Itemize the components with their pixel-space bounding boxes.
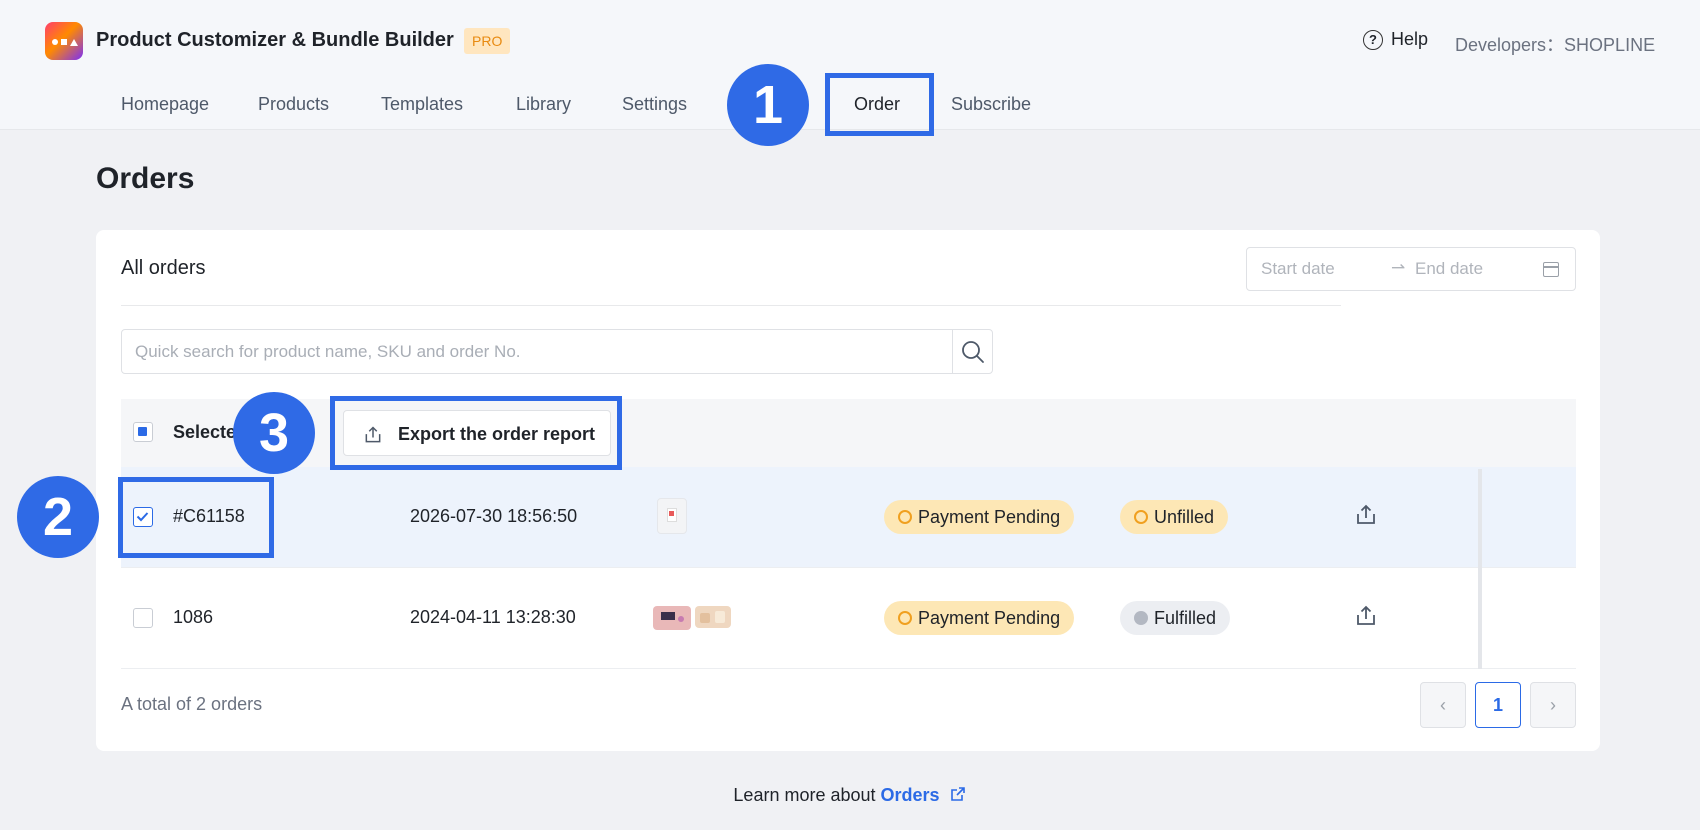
tab-library[interactable]: Library — [516, 94, 571, 115]
fulfillment-status-badge: Unfilled — [1120, 500, 1229, 534]
help-icon: ? — [1363, 29, 1383, 50]
row-checkbox[interactable] — [133, 608, 153, 628]
selected-items-label: Selecte — [173, 422, 237, 442]
chevron-right-icon: › — [1550, 694, 1556, 715]
order-date: 2026-07-30 18:56:50 — [410, 506, 578, 526]
developer-info: Developers：SHOPLINE — [1455, 35, 1656, 55]
chevron-left-icon: ‹ — [1440, 694, 1446, 715]
help-label: Help — [1391, 29, 1429, 49]
pagination-page-button[interactable]: 1 — [1475, 682, 1521, 728]
app-logo-icon — [45, 22, 83, 60]
end-date-field[interactable]: End date — [1415, 259, 1483, 279]
pagination-prev-button[interactable]: ‹ — [1420, 682, 1466, 728]
pending-icon — [898, 510, 912, 524]
table-row[interactable]: 1086 2024-04-11 13:28:30 Payment Pending… — [121, 568, 1576, 669]
product-thumbnail — [695, 606, 731, 628]
tab-subscribe[interactable]: Subscribe — [951, 94, 1031, 115]
select-all-checkbox[interactable] — [133, 422, 153, 442]
step-2-marker: 2 — [17, 476, 99, 558]
table-row[interactable]: #C61158 2026-07-30 18:56:50 Payment Pend… — [121, 467, 1576, 568]
fulfillment-status-label: Fulfilled — [1154, 607, 1217, 628]
orders-card: All orders Start date ⇀ End date Selecte… — [96, 230, 1600, 751]
payment-status-label: Payment Pending — [918, 506, 1061, 527]
pagination-next-button[interactable]: › — [1530, 682, 1576, 728]
step-3-marker: 3 — [233, 392, 315, 474]
start-date-field[interactable]: Start date — [1261, 259, 1335, 279]
page-title: Orders — [96, 162, 195, 195]
app-title: Product Customizer & Bundle Builder — [96, 29, 454, 51]
payment-status-badge: Payment Pending — [884, 601, 1075, 635]
search-button[interactable] — [952, 330, 992, 373]
product-thumbnail — [657, 498, 687, 534]
learn-more-prefix: Learn more about — [733, 785, 881, 805]
calendar-icon — [1543, 262, 1559, 277]
external-link-icon[interactable] — [949, 785, 967, 803]
arrow-right-icon: ⇀ — [1391, 258, 1406, 277]
search-bar — [121, 329, 993, 374]
product-thumbnail — [653, 606, 691, 630]
tab-homepage[interactable]: Homepage — [121, 94, 209, 115]
search-icon — [962, 341, 984, 363]
export-icon[interactable] — [1354, 604, 1378, 628]
order-date: 2024-04-11 13:28:30 — [410, 607, 576, 627]
step-1-marker: 1 — [727, 64, 809, 146]
orders-help-link[interactable]: Orders — [881, 785, 940, 805]
export-icon[interactable] — [1354, 503, 1378, 527]
highlight-export-button — [330, 396, 622, 470]
fulfilled-icon — [1134, 611, 1148, 625]
card-title: All orders — [121, 257, 206, 279]
pending-icon — [898, 611, 912, 625]
fulfillment-status-label: Unfilled — [1154, 506, 1215, 527]
fulfillment-status-badge: Fulfilled — [1120, 601, 1231, 635]
payment-status-badge: Payment Pending — [884, 500, 1075, 534]
help-link[interactable]: ? Help — [1363, 29, 1428, 50]
tab-settings[interactable]: Settings — [622, 94, 687, 115]
table-scrollbar[interactable] — [1478, 469, 1482, 669]
highlight-order-checkbox — [118, 477, 274, 558]
search-input[interactable] — [122, 330, 948, 373]
learn-more: Learn more about Orders — [0, 785, 1700, 806]
date-range-picker[interactable]: Start date ⇀ End date — [1246, 247, 1576, 291]
header-divider — [121, 305, 1341, 306]
tab-products[interactable]: Products — [258, 94, 329, 115]
highlight-order-tab — [825, 73, 934, 136]
order-number[interactable]: 1086 — [173, 607, 213, 628]
pending-icon — [1134, 510, 1148, 524]
payment-status-label: Payment Pending — [918, 607, 1061, 628]
total-count: A total of 2 orders — [121, 694, 263, 714]
tab-templates[interactable]: Templates — [381, 94, 463, 115]
pro-badge: PRO — [464, 28, 511, 54]
